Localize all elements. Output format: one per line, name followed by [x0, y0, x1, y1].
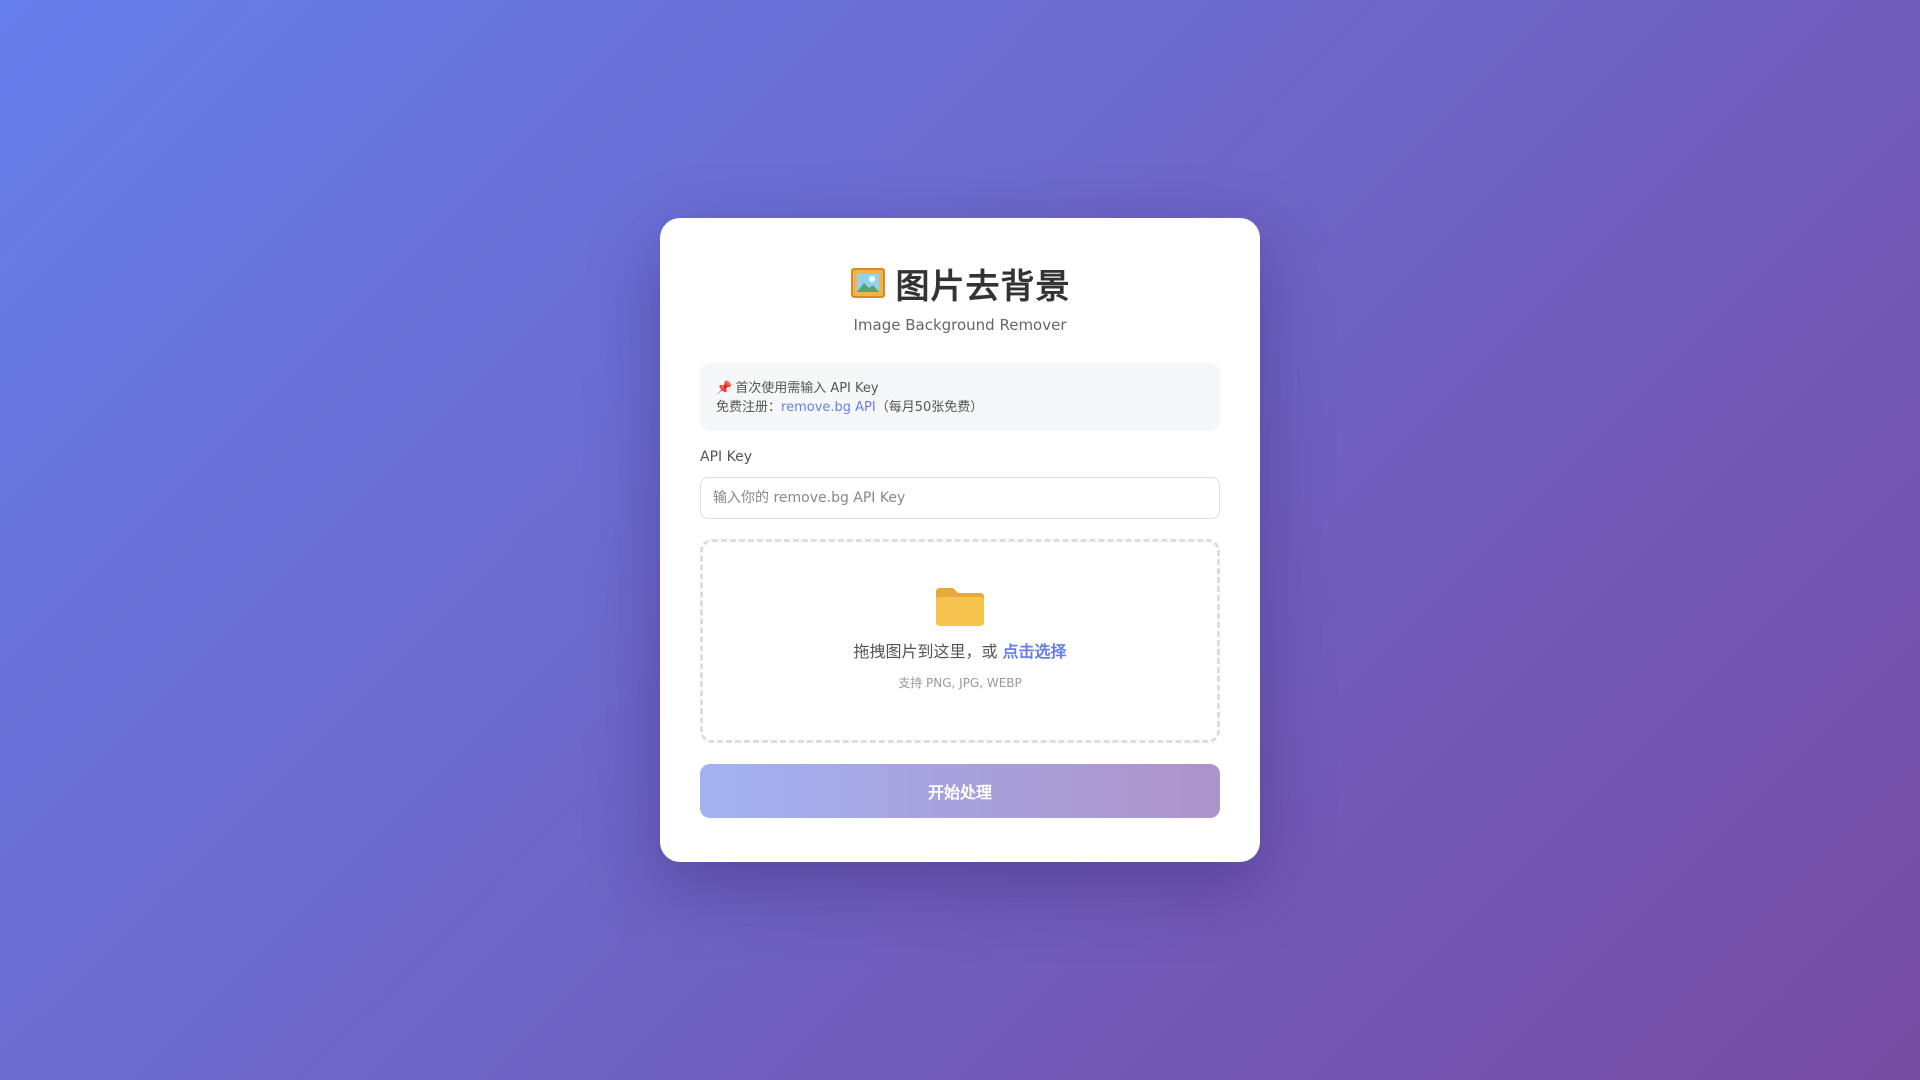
image-dropzone[interactable]: 拖拽图片到这里，或 点击选择 支持 PNG, JPG, WEBP — [700, 539, 1220, 743]
main-card: 图片去背景 Image Background Remover 📌 首次使用需输入 … — [660, 218, 1260, 862]
supported-formats-hint: 支持 PNG, JPG, WEBP — [898, 676, 1022, 690]
api-key-input[interactable] — [700, 477, 1220, 519]
start-processing-button[interactable]: 开始处理 — [700, 764, 1220, 818]
folder-icon — [934, 584, 986, 628]
api-notice-box: 📌 首次使用需输入 API Key 免费注册：remove.bg API（每月50… — [700, 363, 1220, 431]
notice-free-quota: （每月50张免费） — [875, 400, 984, 415]
dropzone-text: 拖拽图片到这里，或 点击选择 — [853, 638, 1066, 662]
header: 图片去背景 — [700, 260, 1220, 307]
notice-text: 首次使用需输入 API Key — [735, 381, 879, 396]
api-key-label: API Key — [700, 449, 752, 465]
dropzone-instruction: 拖拽图片到这里，或 — [853, 642, 998, 661]
page-subtitle: Image Background Remover — [853, 316, 1067, 334]
removebg-api-link[interactable]: remove.bg API — [781, 400, 876, 415]
framed-picture-icon — [850, 265, 886, 301]
pushpin-icon: 📌 — [716, 381, 733, 396]
notice-line-1: 📌 首次使用需输入 API Key — [716, 379, 1204, 398]
page-title: 图片去背景 — [895, 266, 1071, 307]
click-select-link[interactable]: 点击选择 — [1003, 642, 1067, 661]
notice-line-2: 免费注册：remove.bg API（每月50张免费） — [716, 398, 1204, 417]
notice-register-prefix: 免费注册： — [716, 400, 782, 415]
